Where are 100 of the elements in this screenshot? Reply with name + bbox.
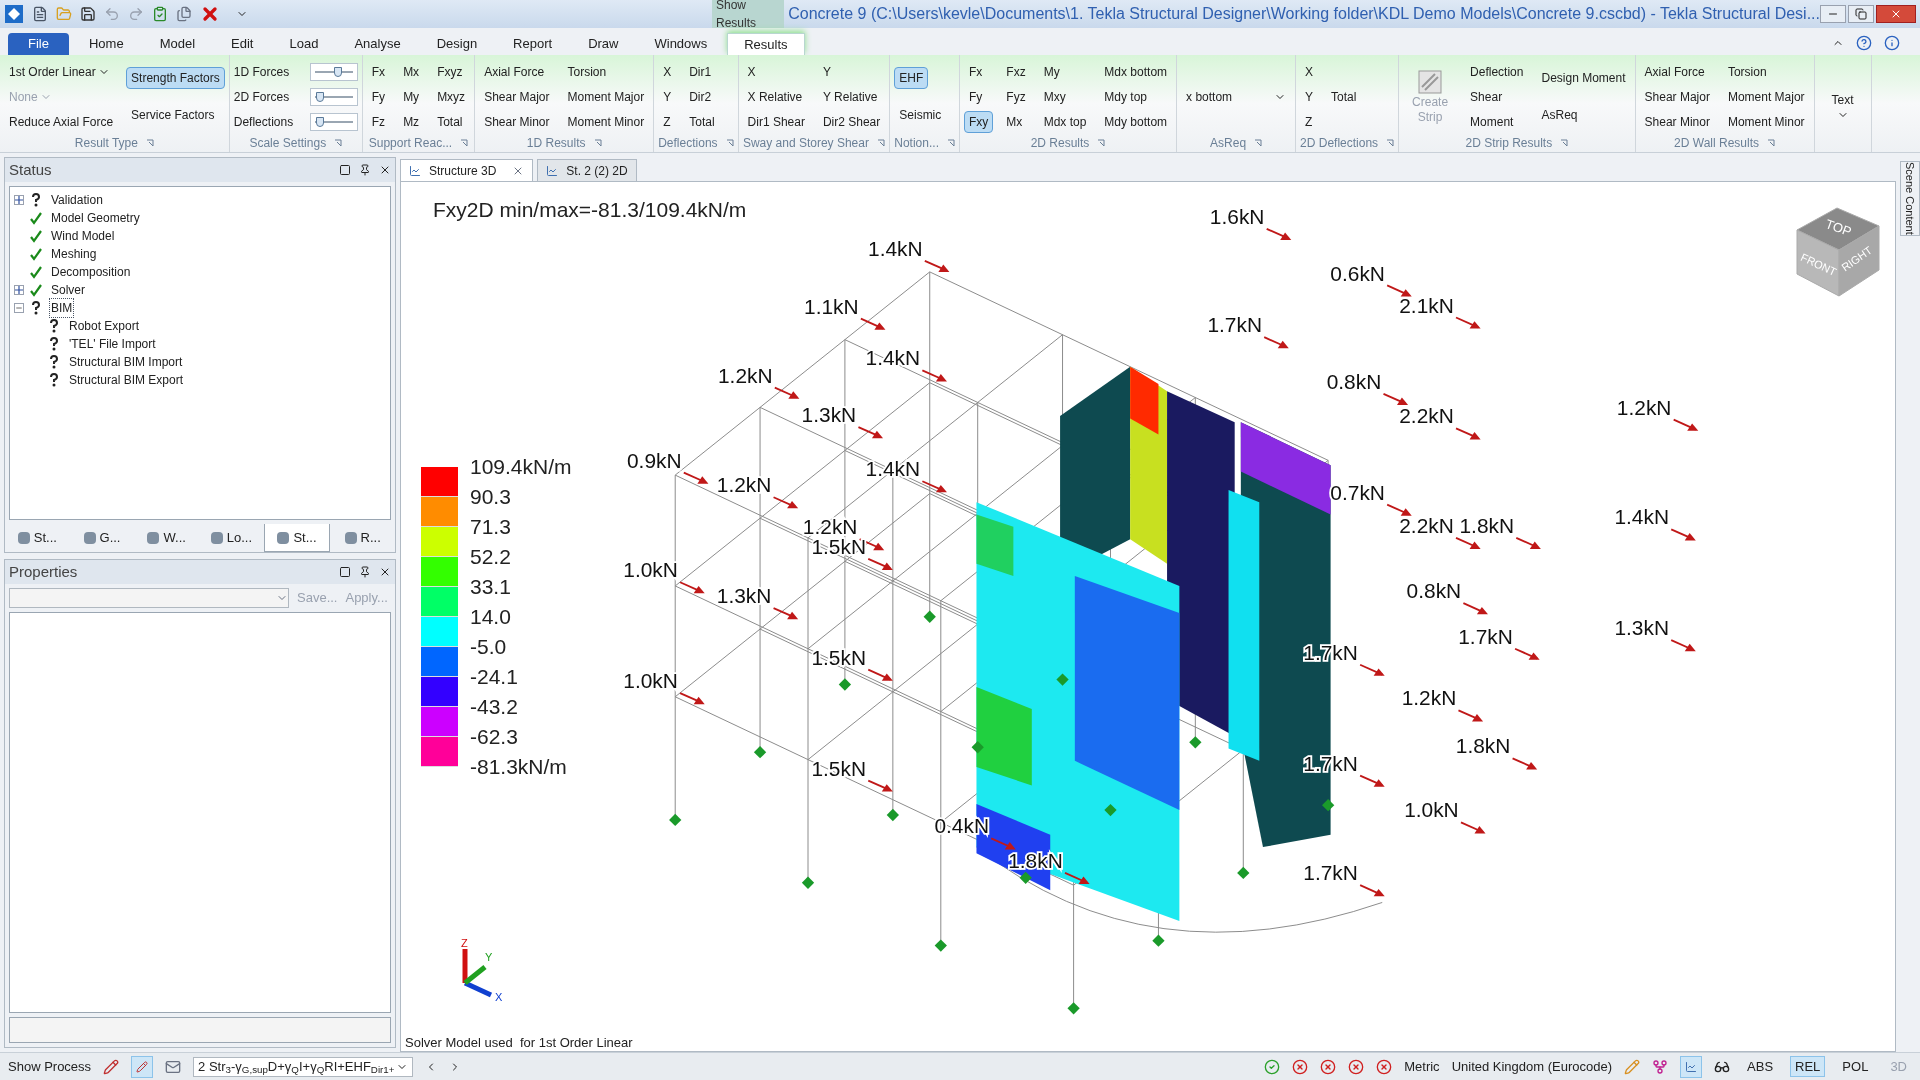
ribbon-button[interactable]: Mxy bbox=[1038, 85, 1071, 108]
dialog-launcher-icon[interactable] bbox=[947, 139, 955, 147]
ribbon-tab[interactable]: Model bbox=[143, 33, 212, 55]
tree-item[interactable]: BIM bbox=[50, 299, 74, 317]
tree-item[interactable]: Structural BIM Export bbox=[68, 371, 185, 389]
ribbon-tab[interactable]: Windows bbox=[638, 33, 724, 55]
ribbon-button[interactable]: X bbox=[742, 60, 761, 83]
tree-item[interactable]: Robot Export bbox=[68, 317, 141, 335]
ribbon-button[interactable]: Moment Minor bbox=[1722, 110, 1810, 133]
mode-toggle[interactable]: ABS bbox=[1742, 1055, 1779, 1078]
delete-icon[interactable] bbox=[200, 4, 220, 24]
panel-tab[interactable]: W... bbox=[134, 524, 199, 552]
dialog-launcher-icon[interactable] bbox=[145, 139, 154, 147]
redo-icon[interactable] bbox=[128, 6, 144, 22]
slider-thumb[interactable] bbox=[315, 91, 324, 102]
error-icon[interactable] bbox=[1320, 1058, 1337, 1075]
ribbon-button[interactable]: Fy bbox=[964, 85, 988, 108]
error-icon[interactable] bbox=[1292, 1058, 1309, 1075]
show-process-label[interactable]: Show Process bbox=[8, 1056, 92, 1077]
dialog-launcher-icon[interactable] bbox=[1560, 139, 1569, 147]
restore-button[interactable] bbox=[1848, 5, 1874, 23]
panel-tab[interactable]: R... bbox=[330, 524, 396, 552]
ribbon-button[interactable]: Y bbox=[658, 85, 677, 108]
dialog-launcher-icon[interactable] bbox=[460, 139, 469, 147]
ribbon-button[interactable]: Moment bbox=[1465, 110, 1519, 133]
viewport-canvas[interactable] bbox=[400, 181, 1896, 1052]
view-tab[interactable]: St. 2 (2) 2D bbox=[537, 159, 637, 181]
ribbon-button[interactable]: Fx bbox=[366, 60, 391, 83]
ribbon-button[interactable]: Seismic bbox=[894, 104, 947, 127]
ribbon-button[interactable]: EHF bbox=[894, 66, 929, 89]
dialog-launcher-icon[interactable] bbox=[334, 139, 343, 147]
ribbon-button[interactable]: Y Relative bbox=[817, 85, 883, 108]
load-combination-combo[interactable]: 2 Str$_{3}$-γ$_{G,sup}$D+γ$_{Q}$I+γ$_{Q}$RI+EHF$_{Dir1+}$ bbox=[193, 1056, 414, 1077]
ribbon-button[interactable]: Design Moment bbox=[1536, 66, 1631, 89]
ribbon-button[interactable]: X bbox=[658, 60, 677, 83]
ribbon-tab[interactable]: Edit bbox=[215, 33, 270, 55]
ribbon-button[interactable]: Fxz bbox=[1001, 60, 1031, 83]
slider-thumb[interactable] bbox=[334, 66, 343, 77]
ribbon-button[interactable]: Moment Major bbox=[1722, 85, 1810, 108]
error-icon[interactable] bbox=[1376, 1058, 1393, 1075]
maximize-icon[interactable] bbox=[339, 566, 351, 578]
pin-icon[interactable] bbox=[359, 566, 371, 578]
text-dropdown-button[interactable]: Text bbox=[1818, 66, 1867, 145]
dialog-launcher-icon[interactable] bbox=[593, 139, 602, 147]
ribbon-button[interactable]: Reduce Axial Force bbox=[4, 110, 119, 133]
copy-files-icon[interactable] bbox=[176, 6, 192, 22]
ribbon-button[interactable]: Shear Major bbox=[1639, 85, 1715, 108]
maximize-icon[interactable] bbox=[339, 164, 351, 176]
ribbon-button[interactable]: Moment Major bbox=[562, 85, 650, 108]
view-tab[interactable]: Structure 3D bbox=[400, 159, 534, 181]
info-icon[interactable] bbox=[1884, 35, 1900, 51]
ribbon-button[interactable]: Axial Force bbox=[1639, 60, 1710, 83]
ribbon-button[interactable]: Dir2 bbox=[684, 85, 717, 108]
ribbon-button[interactable]: Z bbox=[658, 110, 676, 133]
error-icon[interactable] bbox=[1348, 1058, 1365, 1075]
mail-icon[interactable] bbox=[165, 1058, 182, 1075]
ribbon-button[interactable]: X Relative bbox=[742, 85, 808, 108]
ribbon-button[interactable]: Total bbox=[1326, 85, 1362, 108]
clipboard-check-icon[interactable] bbox=[152, 6, 168, 22]
tree-item[interactable]: Wind Model bbox=[50, 227, 116, 245]
ribbon-button[interactable]: Dir1 bbox=[684, 60, 717, 83]
ribbon-button[interactable]: AsReq bbox=[1536, 104, 1583, 127]
new-file-icon[interactable] bbox=[32, 6, 48, 22]
panel-tab[interactable]: St... bbox=[5, 524, 70, 552]
ribbon-button[interactable]: Fxyz bbox=[432, 60, 468, 83]
ribbon-button[interactable]: Total bbox=[432, 110, 468, 133]
ribbon-tab[interactable]: Results bbox=[727, 33, 805, 55]
tree-item[interactable]: Structural BIM Import bbox=[68, 353, 184, 371]
ribbon-tab[interactable]: Home bbox=[72, 33, 140, 55]
dialog-launcher-icon[interactable] bbox=[1254, 139, 1263, 147]
tree-item[interactable]: Model Geometry bbox=[50, 209, 141, 227]
ribbon-button[interactable]: Mdx top bbox=[1038, 110, 1092, 133]
ribbon-button[interactable]: Fz bbox=[366, 110, 391, 133]
panel-tab[interactable]: Lo... bbox=[199, 524, 264, 552]
tree-item[interactable]: Meshing bbox=[50, 245, 98, 263]
mode-toggle[interactable]: REL bbox=[1790, 1055, 1826, 1078]
chart-toggle-icon[interactable] bbox=[1680, 1055, 1703, 1078]
expand-toggle[interactable] bbox=[14, 285, 24, 295]
tree-item[interactable]: Solver bbox=[50, 281, 86, 299]
mode-toggle[interactable]: POL bbox=[1837, 1055, 1874, 1078]
ribbon-button[interactable]: Torsion bbox=[1722, 60, 1772, 83]
ribbon-button[interactable]: Moment Minor bbox=[562, 110, 650, 133]
ribbon-button[interactable]: Z bbox=[1300, 110, 1318, 133]
ribbon-button[interactable]: Mdy top bbox=[1099, 85, 1153, 108]
scene-content-tab[interactable]: Scene Content bbox=[1900, 161, 1920, 236]
tree-item[interactable]: Decomposition bbox=[50, 263, 132, 281]
dialog-launcher-icon[interactable] bbox=[1767, 139, 1775, 147]
ribbon-button[interactable]: Deflection bbox=[1465, 60, 1529, 83]
ribbon-button[interactable]: My bbox=[1038, 60, 1065, 83]
ribbon-button[interactable]: Mdx bottom bbox=[1099, 60, 1173, 83]
ribbon-button[interactable]: Axial Force bbox=[479, 60, 550, 83]
ribbon-button[interactable]: Dir2 Shear bbox=[817, 110, 886, 133]
ribbon-button[interactable]: Mz bbox=[398, 110, 425, 133]
ribbon-button[interactable]: Fx bbox=[964, 60, 988, 83]
ribbon-tab[interactable]: Draw bbox=[572, 33, 635, 55]
expand-toggle[interactable] bbox=[14, 195, 24, 205]
ribbon-combo[interactable]: x bottom bbox=[1181, 85, 1292, 108]
close-icon[interactable] bbox=[379, 566, 391, 578]
ribbon-button[interactable]: Y bbox=[817, 60, 836, 83]
ribbon-tab[interactable]: Analyse bbox=[338, 33, 417, 55]
